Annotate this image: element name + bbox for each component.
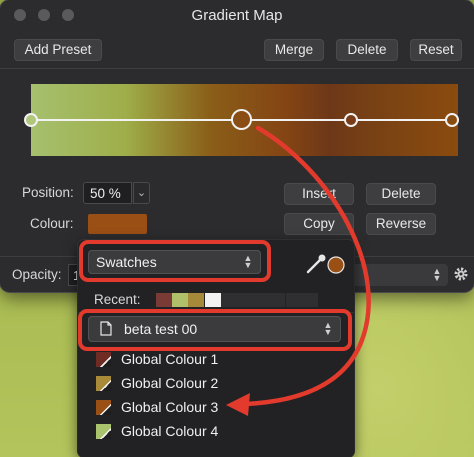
annotation-arrow <box>226 125 371 416</box>
